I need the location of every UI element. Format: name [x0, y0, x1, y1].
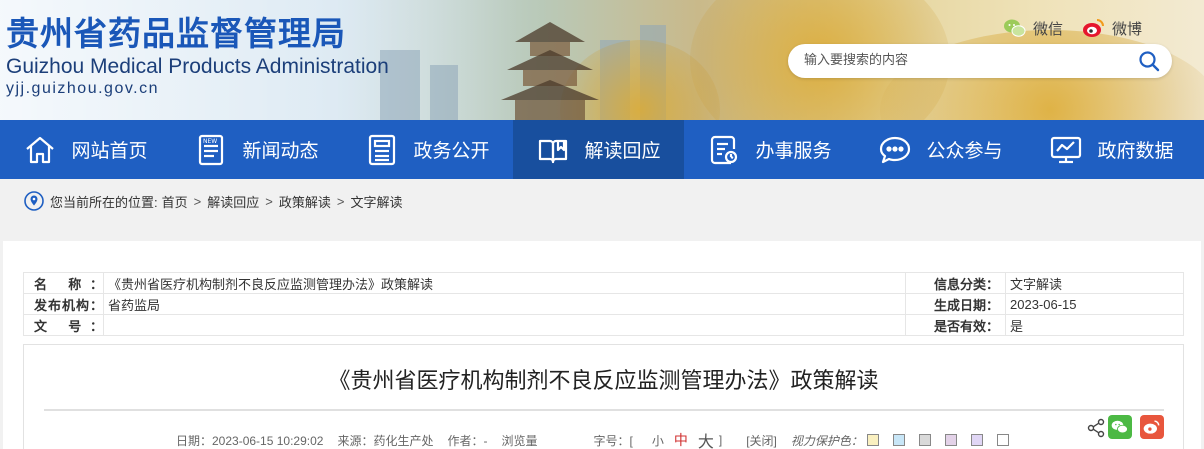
wechat-icon [1111, 420, 1128, 434]
docno-value [103, 314, 906, 336]
main-nav: 网站首页 NEW 新闻动态 政务公开 解读回应 办事服务 公众参与 政府数据 [0, 120, 1204, 179]
eye-protection-label: 视力保护色： [790, 433, 863, 448]
article-info-bar: 日期：2023-06-15 10:29:02 来源：药化生产处 作者：- 浏览量… [176, 428, 1037, 449]
breadcrumb: 您当前所在的位置: 首页 > 解读回应 > 政策解读 > 文字解读 [0, 179, 1204, 223]
wechat-icon [1004, 19, 1026, 37]
nav-item-home[interactable]: 网站首页 [0, 120, 171, 179]
nav-label: 解读回应 [584, 140, 661, 162]
site-english-title: Guizhou Medical Products Administration [6, 55, 389, 78]
share-wechat-button[interactable] [1108, 415, 1132, 439]
nav-item-affairs[interactable]: 政务公开 [342, 120, 513, 179]
search-icon[interactable] [1138, 50, 1160, 72]
nav-item-news[interactable]: NEW 新闻动态 [171, 120, 342, 179]
breadcrumb-separator: > [193, 193, 202, 209]
news-icon: NEW [199, 134, 224, 165]
article-source: 来源：药化生产处 [337, 433, 434, 448]
table-row: 发布机构： 省药监局 生成日期： 2023-06-15 [23, 293, 1184, 315]
breadcrumb-separator: > [336, 193, 345, 209]
date-value: 2023-06-15 [1005, 293, 1184, 315]
pagoda-illustration [501, 22, 599, 120]
eye-color-swatch[interactable] [892, 434, 905, 446]
article-box: 《贵州省医疗机构制剂不良反应监测管理办法》政策解读 日期：2023-06-15 … [23, 344, 1184, 449]
title-divider [44, 409, 1164, 411]
breadcrumb-interpretation[interactable]: 解读回应 [207, 192, 259, 211]
docno-label: 文 号： [23, 314, 104, 336]
nav-label: 政务公开 [413, 140, 490, 162]
issuer-value: 省药监局 [103, 293, 906, 315]
content-panel: 名 称： 《贵州省医疗机构制剂不良反应监测管理办法》政策解读 信息分类： 文字解… [3, 241, 1201, 449]
nav-item-services[interactable]: 办事服务 [684, 120, 855, 179]
weibo-icon [1083, 19, 1104, 37]
article-title: 《贵州省医疗机构制剂不良反应监测管理办法》政策解读 [328, 369, 879, 394]
article-date: 日期：2023-06-15 10:29:02 [176, 433, 324, 448]
data-icon [1051, 136, 1082, 163]
home-icon [26, 136, 55, 163]
valid-value: 是 [1005, 314, 1184, 336]
wechat-label: 微信 [1033, 20, 1064, 38]
weibo-label: 微博 [1112, 20, 1143, 38]
breadcrumb-text[interactable]: 文字解读 [350, 192, 402, 211]
font-size-label: 字号：[ [593, 433, 633, 448]
breadcrumb-home[interactable]: 首页 [162, 192, 188, 211]
info-table: 名 称： 《贵州省医疗机构制剂不良反应监测管理办法》政策解读 信息分类： 文字解… [23, 272, 1184, 336]
issuer-label: 发布机构： [23, 293, 104, 315]
wechat-link[interactable]: 微信 [1003, 16, 1063, 40]
close-link[interactable]: [关闭] [746, 432, 777, 449]
share-icon[interactable] [1086, 418, 1106, 438]
site-title: 贵州省药品监督管理局 [6, 14, 346, 53]
font-size-medium[interactable]: 中 [674, 430, 688, 449]
eye-color-swatch[interactable] [970, 434, 983, 446]
breadcrumb-separator: > [265, 193, 273, 209]
name-label: 名 称： [23, 272, 104, 294]
name-value: 《贵州省医疗机构制剂不良反应监测管理办法》政策解读 [103, 272, 906, 294]
weibo-icon [1143, 420, 1160, 434]
table-row: 名 称： 《贵州省医疗机构制剂不良反应监测管理办法》政策解读 信息分类： 文字解… [23, 272, 1184, 294]
nav-label: 公众参与 [926, 140, 1003, 162]
banner-building [430, 65, 458, 120]
document-icon [369, 134, 396, 165]
location-icon [24, 191, 44, 211]
nav-label: 新闻动态 [242, 140, 319, 162]
service-icon [711, 135, 738, 164]
category-label: 信息分类： [905, 272, 1006, 294]
nav-item-interpretation[interactable]: 解读回应 [513, 120, 684, 179]
site-domain: yjj.guizhou.gov.cn [6, 80, 159, 97]
font-size-small[interactable]: 小 [652, 432, 664, 449]
article-author: 作者：- [447, 433, 488, 448]
date-label: 生成日期： [905, 293, 1006, 315]
eye-color-swatch[interactable] [996, 434, 1009, 446]
nav-item-data[interactable]: 政府数据 [1026, 120, 1197, 179]
breadcrumb-prefix: 您当前所在的位置: [50, 194, 158, 210]
nav-item-participation[interactable]: 公众参与 [855, 120, 1026, 179]
search-input[interactable] [804, 52, 1124, 67]
share-weibo-button[interactable] [1140, 415, 1164, 439]
search-box [788, 44, 1172, 78]
eye-color-swatch[interactable] [866, 434, 879, 446]
table-row: 文 号： 是否有效： 是 [23, 314, 1184, 336]
svg-text:NEW: NEW [203, 138, 217, 145]
eye-color-swatch[interactable] [918, 434, 931, 446]
eye-color-swatch[interactable] [944, 434, 957, 446]
breadcrumb-policy[interactable]: 政策解读 [279, 192, 331, 211]
category-value: 文字解读 [1005, 272, 1184, 294]
eye-color-swatches [866, 434, 1023, 446]
chat-icon [880, 136, 911, 163]
weibo-link[interactable]: 微博 [1082, 16, 1142, 40]
header-banner: 贵州省药品监督管理局 Guizhou Medical Products Admi… [0, 0, 1204, 120]
nav-label: 网站首页 [71, 140, 148, 162]
book-icon [539, 139, 568, 163]
valid-label: 是否有效： [905, 314, 1006, 336]
nav-label: 政府数据 [1097, 140, 1174, 162]
article-views: 浏览量 [501, 433, 538, 448]
font-size-end: ] [718, 433, 723, 447]
font-size-large[interactable]: 大 [698, 428, 714, 449]
font-size-control: 字号：[ 小 中 大 ] [593, 428, 736, 449]
nav-label: 办事服务 [755, 140, 832, 162]
